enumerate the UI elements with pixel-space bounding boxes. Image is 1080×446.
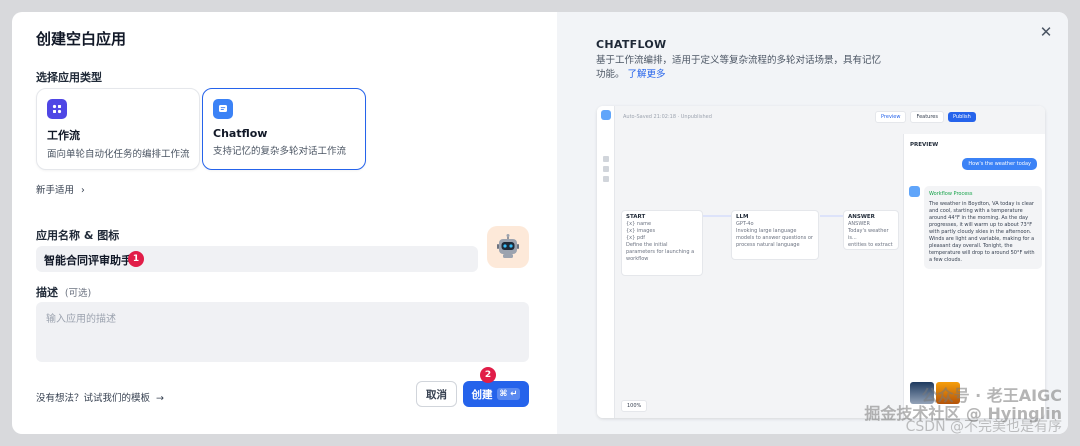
watermark-text-2: CSDN @不完美也是有序: [906, 416, 1062, 436]
node-line: {x} pdf: [626, 235, 646, 241]
node-line: Invoking large language models to answer…: [736, 228, 813, 248]
workflow-preview-image: Auto-Saved 21:02:18 · Unpublished Previe…: [597, 106, 1045, 418]
node-title: LLM: [736, 214, 749, 220]
app-desc-textarea[interactable]: 输入应用的描述: [36, 302, 529, 362]
card-name: Chatflow: [213, 127, 268, 140]
preview-node-answer: ANSWER ANSWER Today's weather is... enti…: [843, 210, 899, 250]
node-line: GPT-4o: [736, 221, 754, 227]
chevron-right-icon: ›: [81, 185, 85, 196]
watermark-line3: CSDN @不完美也是有序: [905, 419, 1062, 435]
card-name: 工作流: [47, 129, 80, 142]
desc-field-label: 描述 (可选): [36, 284, 91, 300]
chatflow-icon: [213, 99, 233, 119]
step-badge-1: 1: [128, 251, 144, 267]
app-type-card-chatflow[interactable]: Chatflow 支持记忆的复杂多轮对话工作流: [202, 88, 366, 170]
newbie-link[interactable]: 新手适用 ›: [36, 182, 85, 196]
preview-tool-icon: [602, 176, 609, 182]
node-line: Today's weather is...: [848, 228, 889, 241]
learn-more-link[interactable]: 了解更多: [628, 69, 666, 80]
node-line: {x} name: [626, 221, 652, 227]
create-label: 创建: [471, 388, 493, 401]
app-name-input[interactable]: 智能合同评审助手: [36, 246, 478, 272]
node-title: START: [626, 214, 646, 220]
preview-chat-panel: PREVIEW How's the weather today Workflow…: [903, 134, 1045, 418]
create-app-modal: 创建空白应用 选择应用类型 工作流 面向单轮自动化任务的编排工作流 Chatfl…: [12, 12, 1068, 434]
node-line: Define the initial parameters for launch…: [626, 242, 695, 262]
newbie-label: 新手适用: [36, 185, 75, 196]
node-title: ANSWER: [848, 214, 875, 220]
preview-tool-icon: [602, 156, 609, 162]
card-desc: 面向单轮自动化任务的编排工作流: [47, 149, 190, 160]
preview-user-message: How's the weather today: [962, 158, 1037, 170]
cancel-button[interactable]: 取消: [416, 381, 457, 407]
step-badge-2: 2: [480, 367, 496, 383]
left-panel: 创建空白应用 选择应用类型 工作流 面向单轮自动化任务的编排工作流 Chatfl…: [12, 12, 557, 434]
preview-node-start: START {x} name {x} images {x} pdf Define…: [621, 210, 703, 276]
app-type-card-workflow[interactable]: 工作流 面向单轮自动化任务的编排工作流: [36, 88, 200, 170]
preview-bot-message: Workflow Process The weather in Boydton,…: [924, 186, 1042, 269]
close-icon[interactable]: ✕: [1034, 20, 1058, 44]
preview-desc: 基于工作流编排，适用于定义等复杂流程的多轮对话场景，具有记忆功能。 了解更多: [596, 54, 886, 82]
app-icon-picker[interactable]: [487, 226, 529, 268]
desc-label-text: 描述: [36, 286, 58, 299]
preview-app-icon: [600, 110, 611, 120]
preview-node-llm: LLM GPT-4o Invoking large language model…: [731, 210, 819, 260]
node-line: {x} images: [626, 228, 656, 234]
preview-bot-text: The weather in Boydton, VA today is clea…: [929, 201, 1035, 263]
create-shortcut: ⌘ ↵: [496, 388, 521, 400]
preview-panel: ✕ CHATFLOW 基于工作流编排，适用于定义等复杂流程的多轮对话场景，具有记…: [557, 12, 1068, 434]
robot-icon: [497, 234, 519, 258]
create-button[interactable]: 创建 ⌘ ↵: [463, 381, 529, 407]
template-link-label: 没有想法？试试我们的模板: [36, 393, 151, 404]
preview-workflow-process: Workflow Process: [929, 191, 973, 197]
preview-bot-avatar: [909, 186, 920, 197]
node-line: entities to extract: [848, 242, 893, 248]
modal-title: 创建空白应用: [36, 30, 127, 48]
node-line: ANSWER: [848, 221, 870, 227]
preview-title: CHATFLOW: [596, 38, 667, 51]
template-link[interactable]: 没有想法？试试我们的模板 →: [36, 390, 164, 404]
desc-placeholder: 输入应用的描述: [46, 314, 116, 325]
preview-tool-icon: [602, 166, 609, 172]
preview-sidebar: [597, 106, 615, 418]
name-field-label: 应用名称 & 图标: [36, 229, 120, 242]
desc-optional-text: (可选): [64, 288, 92, 299]
app-type-label: 选择应用类型: [36, 71, 102, 84]
card-desc: 支持记忆的复杂多轮对话工作流: [213, 146, 347, 157]
preview-chat-title: PREVIEW: [910, 142, 939, 148]
arrow-right-icon: →: [156, 393, 165, 404]
workflow-icon: [47, 99, 67, 119]
app-name-value: 智能合同评审助手: [44, 254, 132, 267]
preview-zoom: 100%: [621, 400, 648, 412]
